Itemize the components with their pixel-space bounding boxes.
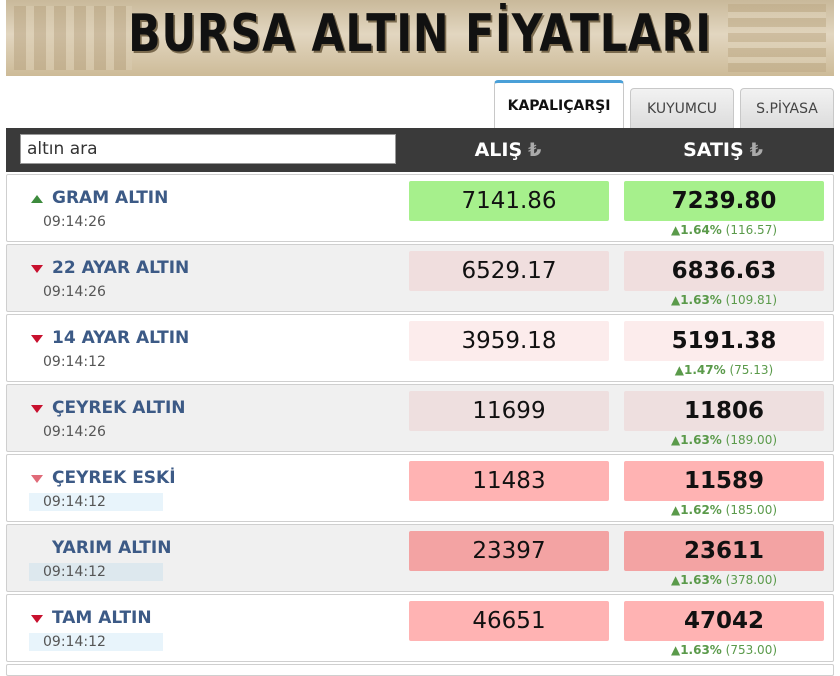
price-change: ▲1.63% (109.81) <box>624 293 824 307</box>
change-percent: ▲1.63% <box>670 433 722 447</box>
buy-price: 3959.18 <box>409 321 609 361</box>
change-percent: ▲1.63% <box>670 573 722 587</box>
trend-down-icon <box>31 335 43 343</box>
lira-icon: ₺ <box>749 139 763 161</box>
change-amount: (109.81) <box>725 293 778 307</box>
table-header: ALIŞ₺ SATIŞ₺ <box>6 128 834 172</box>
table-row-partial <box>6 664 834 676</box>
change-percent: ▲1.63% <box>670 643 722 657</box>
price-change: ▲1.64% (116.57) <box>624 223 824 237</box>
gold-name[interactable]: ÇEYREK ESKİ <box>52 468 176 488</box>
table-row[interactable]: ÇEYREK ALTIN 09:14:26 11699 11806 ▲1.63%… <box>6 384 834 452</box>
banner-title: BURSA ALTIN FİYATLARI <box>128 4 712 64</box>
gold-name[interactable]: 14 AYAR ALTIN <box>52 328 189 348</box>
search-input[interactable] <box>20 134 396 164</box>
price-change: ▲1.63% (378.00) <box>624 573 824 587</box>
update-time: 09:14:26 <box>43 284 106 300</box>
lira-icon: ₺ <box>528 139 542 161</box>
trend-down-icon <box>31 475 43 483</box>
market-tabs: KAPALIÇARŞI KUYUMCU S.PİYASA <box>494 78 834 128</box>
change-amount: (753.00) <box>725 643 778 657</box>
trend-down-icon <box>31 405 43 413</box>
change-percent: ▲1.63% <box>670 293 722 307</box>
table-row[interactable]: GRAM ALTIN 09:14:26 7141.86 7239.80 ▲1.6… <box>6 174 834 242</box>
tab-s-piyasa[interactable]: S.PİYASA <box>740 88 834 128</box>
sell-price: 11806 <box>624 391 824 431</box>
buy-price: 11483 <box>409 461 609 501</box>
sell-price: 11589 <box>624 461 824 501</box>
table-row[interactable]: 22 AYAR ALTIN 09:14:26 6529.17 6836.63 ▲… <box>6 244 834 312</box>
change-amount: (75.13) <box>729 363 774 377</box>
gold-name[interactable]: ÇEYREK ALTIN <box>52 398 186 418</box>
update-time: 09:14:12 <box>43 354 106 370</box>
sell-price: 5191.38 <box>624 321 824 361</box>
price-change: ▲1.62% (185.00) <box>624 503 824 517</box>
update-time: 09:14:12 <box>29 633 163 651</box>
trend-up-icon <box>31 195 43 203</box>
update-time: 09:14:12 <box>29 563 163 581</box>
price-change: ▲1.47% (75.13) <box>624 363 824 377</box>
price-change: ▲1.63% (189.00) <box>624 433 824 447</box>
column-header-buy-label: ALIŞ <box>474 139 523 161</box>
sell-price: 7239.80 <box>624 181 824 221</box>
gold-name[interactable]: 22 AYAR ALTIN <box>52 258 189 278</box>
table-row[interactable]: ÇEYREK ESKİ 09:14:12 11483 11589 ▲1.62% … <box>6 454 834 522</box>
tab-kapalicarsi[interactable]: KAPALIÇARŞI <box>494 80 624 128</box>
trend-down-icon <box>31 615 43 623</box>
change-percent: ▲1.47% <box>674 363 726 377</box>
column-header-sell-label: SATIŞ <box>683 139 744 161</box>
buy-price: 11699 <box>409 391 609 431</box>
column-header-buy: ALIŞ ₺ <box>408 128 608 172</box>
change-percent: ▲1.62% <box>670 503 722 517</box>
change-amount: (116.57) <box>725 223 778 237</box>
table-row[interactable]: 14 AYAR ALTIN 09:14:12 3959.18 5191.38 ▲… <box>6 314 834 382</box>
sell-price: 47042 <box>624 601 824 641</box>
buy-price: 46651 <box>409 601 609 641</box>
sell-price: 6836.63 <box>624 251 824 291</box>
gold-name[interactable]: YARIM ALTIN <box>52 538 171 558</box>
sell-price: 23611 <box>624 531 824 571</box>
update-time: 09:14:26 <box>43 214 106 230</box>
table-row[interactable]: YARIM ALTIN 09:14:12 23397 23611 ▲1.63% … <box>6 524 834 592</box>
change-percent: ▲1.64% <box>670 223 722 237</box>
buy-price: 23397 <box>409 531 609 571</box>
column-header-sell: SATIŞ ₺ <box>623 128 823 172</box>
update-time: 09:14:26 <box>43 424 106 440</box>
update-time: 09:14:12 <box>29 493 163 511</box>
change-amount: (378.00) <box>725 573 778 587</box>
change-amount: (189.00) <box>725 433 778 447</box>
tab-kuyumcu[interactable]: KUYUMCU <box>630 88 734 128</box>
change-amount: (185.00) <box>725 503 778 517</box>
table-row[interactable]: TAM ALTIN 09:14:12 46651 47042 ▲1.63% (7… <box>6 594 834 662</box>
gold-name[interactable]: TAM ALTIN <box>52 608 152 628</box>
trend-down-icon <box>31 265 43 273</box>
buy-price: 6529.17 <box>409 251 609 291</box>
price-change: ▲1.63% (753.00) <box>624 643 824 657</box>
banner: BURSA ALTIN FİYATLARI <box>6 0 834 76</box>
buy-price: 7141.86 <box>409 181 609 221</box>
gold-name[interactable]: GRAM ALTIN <box>52 188 168 208</box>
